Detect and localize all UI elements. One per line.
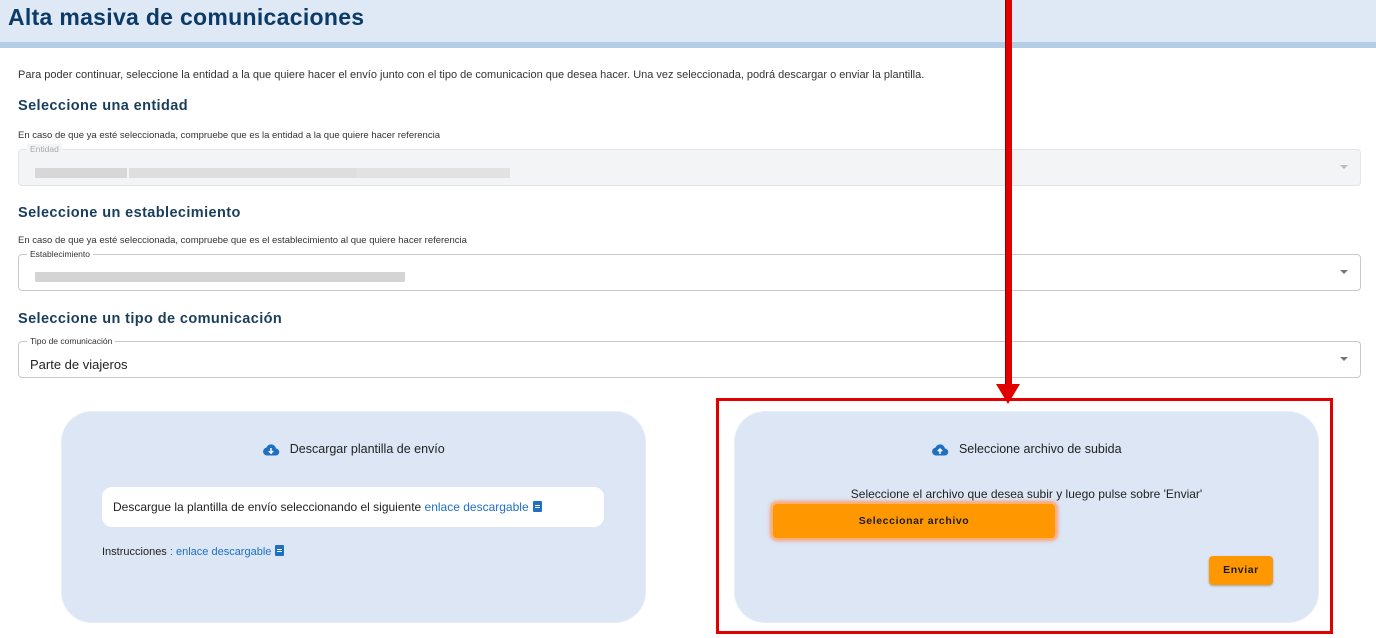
chevron-down-icon xyxy=(1340,357,1348,361)
annotation-arrow-line xyxy=(1005,0,1012,384)
download-card: Descargar plantilla de envío Descargue l… xyxy=(62,412,645,622)
instructions-separator: : xyxy=(166,546,176,558)
chevron-down-icon xyxy=(1340,165,1348,169)
download-template-link[interactable]: enlace descargable xyxy=(425,500,529,514)
entity-hint: En caso de que ya esté seleccionada, com… xyxy=(18,130,440,141)
establishment-value-redacted xyxy=(35,272,405,282)
page-header: Alta masiva de comunicaciones xyxy=(0,0,1376,48)
intro-text: Para poder continuar, seleccione la enti… xyxy=(18,69,925,81)
download-template-text: Descargue la plantilla de envío seleccio… xyxy=(113,500,422,514)
file-download-icon[interactable] xyxy=(275,545,285,556)
download-template-box: Descargue la plantilla de envío seleccio… xyxy=(102,487,604,527)
establishment-hint: En caso de que ya esté seleccionada, com… xyxy=(18,235,467,246)
annotation-highlight-box xyxy=(716,398,1333,634)
download-card-title: Descargar plantilla de envío xyxy=(62,442,645,456)
comm-type-select[interactable]: Tipo de comunicación Parte de viajeros xyxy=(18,336,1361,378)
instructions-link[interactable]: enlace descargable xyxy=(176,546,271,558)
establishment-select[interactable]: Establecimiento xyxy=(18,249,1361,291)
file-download-icon[interactable] xyxy=(532,501,542,512)
comm-type-label: Tipo de comunicación xyxy=(27,336,116,346)
entity-select[interactable]: Entidad xyxy=(18,144,1361,186)
instructions-label: Instrucciones xyxy=(102,546,167,558)
establishment-section-title: Seleccione un establecimiento xyxy=(18,205,241,221)
page-title: Alta masiva de comunicaciones xyxy=(8,4,365,30)
chevron-down-icon xyxy=(1340,270,1348,274)
entity-section-title: Seleccione una entidad xyxy=(18,98,188,114)
entity-value-redacted xyxy=(35,168,127,178)
download-card-title-text: Descargar plantilla de envío xyxy=(289,442,445,456)
comm-type-value: Parte de viajeros xyxy=(30,357,128,372)
entity-label: Entidad xyxy=(27,144,62,154)
cloud-download-icon xyxy=(263,444,280,456)
establishment-label: Establecimiento xyxy=(27,249,94,259)
comm-type-section-title: Seleccione un tipo de comunicación xyxy=(18,311,283,327)
entity-value-redacted xyxy=(357,168,510,178)
entity-value-redacted xyxy=(129,168,357,178)
